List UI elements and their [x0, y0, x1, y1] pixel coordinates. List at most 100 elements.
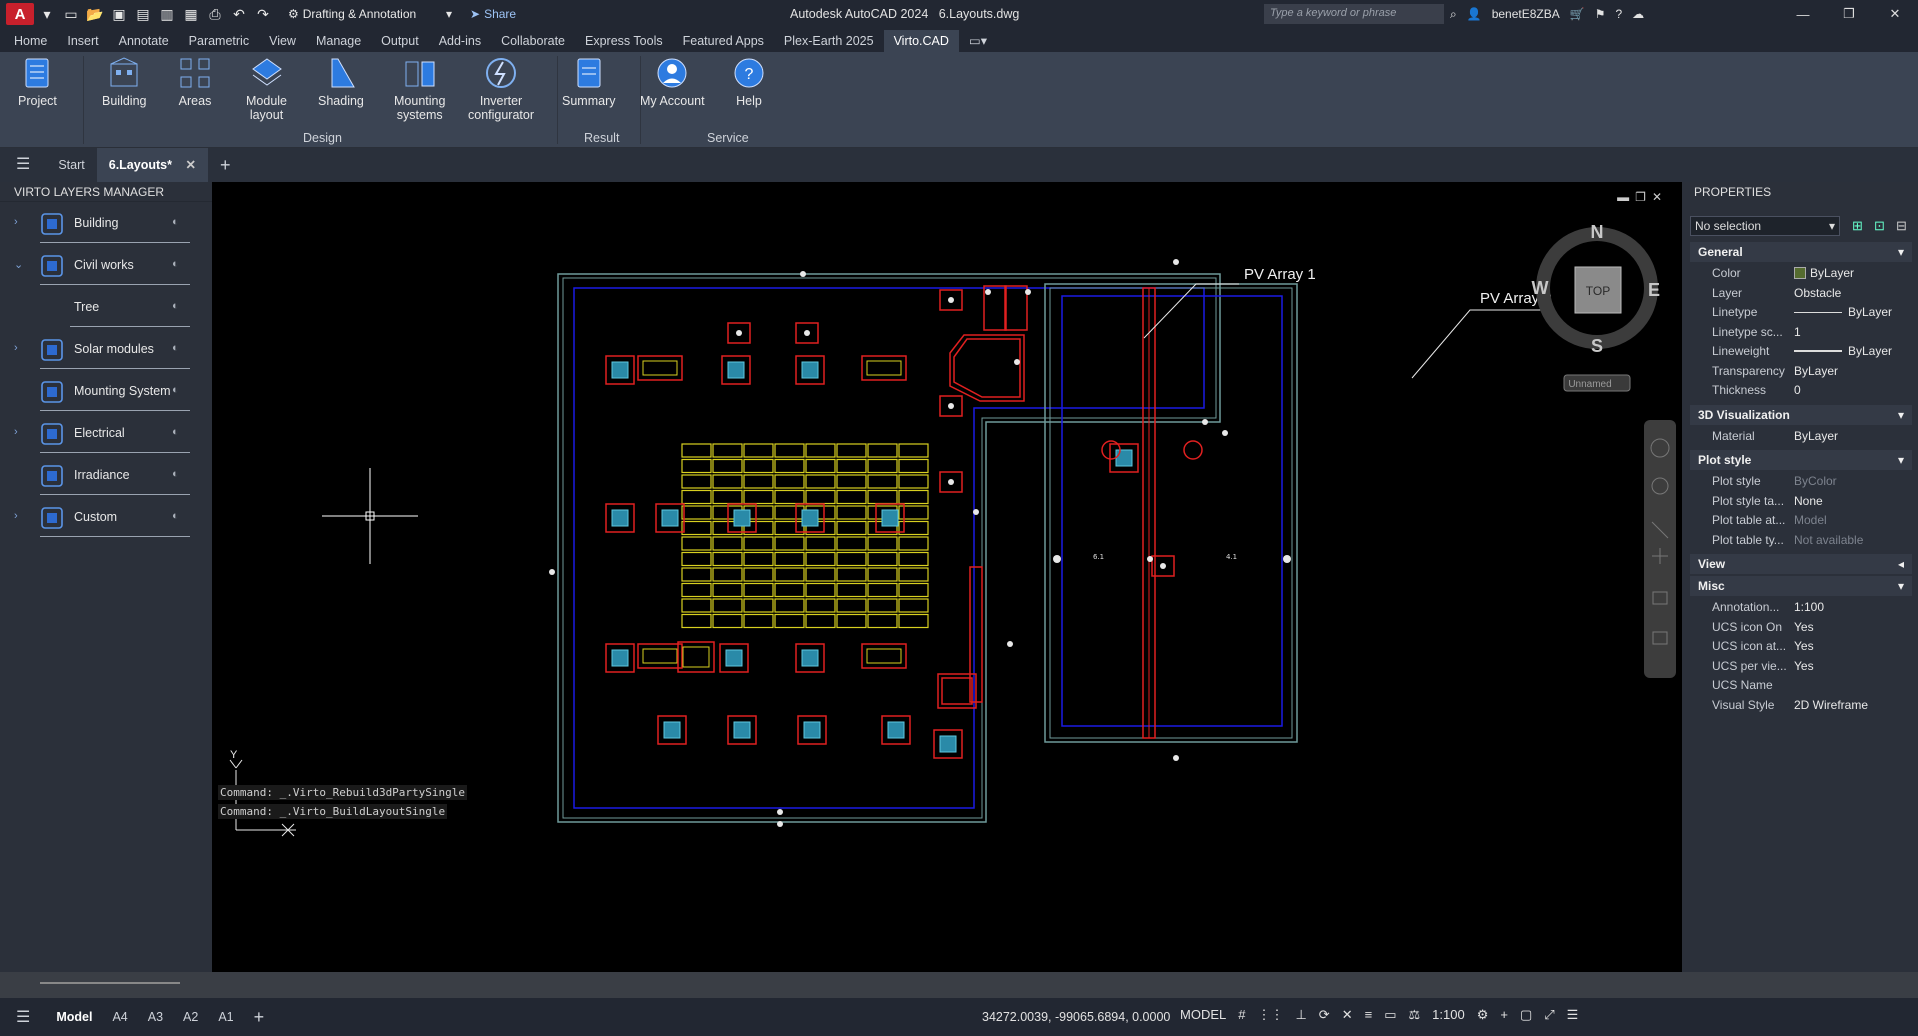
- property-row[interactable]: Visual Style 2D Wireframe: [1712, 696, 1912, 715]
- ribbon-tab[interactable]: Manage: [306, 30, 371, 52]
- autocad-logo-icon[interactable]: A: [6, 3, 34, 25]
- osnap-icon[interactable]: ✕: [1342, 1007, 1353, 1023]
- search-input[interactable]: Type a keyword or phrase: [1264, 4, 1444, 24]
- property-row[interactable]: Plot style ta... None: [1712, 492, 1912, 511]
- visibility-eye-icon[interactable]: ◐: [172, 342, 179, 354]
- ribbon-button-summary[interactable]: Summary: [562, 56, 615, 108]
- ribbon-tab[interactable]: Virto.CAD: [883, 30, 959, 52]
- ribbon-button-mounting[interactable]: Mounting systems: [394, 56, 445, 122]
- layer-item-custom[interactable]: › Custom ◐: [0, 498, 212, 538]
- ribbon-tab[interactable]: Express Tools: [575, 30, 673, 52]
- property-row[interactable]: UCS per vie... Yes: [1712, 657, 1912, 676]
- property-section-viz[interactable]: 3D Visualization ▾: [1690, 404, 1912, 425]
- visibility-eye-icon[interactable]: ◐: [172, 426, 179, 438]
- quick-select-icon[interactable]: ⊟: [1896, 218, 1907, 234]
- tab-start[interactable]: Start: [46, 148, 96, 182]
- command-scroll-handle[interactable]: [40, 978, 180, 984]
- layer-item-civil-works[interactable]: ⌄ Civil works ◐: [0, 246, 212, 286]
- layout-tab-a3[interactable]: A3: [138, 1010, 173, 1024]
- ribbon-button-building[interactable]: Building: [102, 56, 146, 108]
- layer-item-irradiance[interactable]: Irradiance ◐: [0, 456, 212, 496]
- property-row[interactable]: Material ByLayer: [1712, 427, 1912, 446]
- layer-item-solar-modules[interactable]: › Solar modules ◐: [0, 330, 212, 370]
- annotation-scale[interactable]: 1:100: [1432, 1007, 1465, 1023]
- viewcube-top[interactable]: TOP: [1586, 284, 1610, 298]
- new-tab-icon[interactable]: +: [208, 148, 243, 182]
- layer-item-building[interactable]: › Building ◐: [0, 204, 212, 244]
- compass-south[interactable]: S: [1591, 336, 1603, 356]
- property-row[interactable]: Annotation... 1:100: [1712, 598, 1912, 617]
- property-section-plot[interactable]: Plot style ▾: [1690, 450, 1912, 470]
- property-row[interactable]: Color ByLayer: [1712, 264, 1912, 283]
- workspace-dropdown[interactable]: ⚙ Drafting & Annotation ▾: [282, 4, 458, 24]
- snap-icon[interactable]: ⋮⋮: [1257, 1007, 1283, 1023]
- close-icon[interactable]: ✕: [1872, 0, 1918, 28]
- ribbon-tab[interactable]: Annotate: [109, 30, 179, 52]
- property-section-general[interactable]: General ▾: [1690, 242, 1912, 262]
- ribbon-tab[interactable]: Parametric: [179, 30, 259, 52]
- chevron-right-icon[interactable]: ⌄: [14, 258, 23, 271]
- grid-icon[interactable]: #: [1238, 1007, 1245, 1023]
- viewcube[interactable]: TOP N S E W Unnamed: [1532, 222, 1661, 392]
- selection-dropdown[interactable]: No selection ▾: [1690, 216, 1840, 236]
- save-as-icon[interactable]: ▤: [132, 3, 154, 25]
- property-section-view[interactable]: View ◂: [1690, 554, 1912, 574]
- ribbon-button-module[interactable]: Module layout: [246, 56, 287, 122]
- visibility-eye-icon[interactable]: ◐: [172, 258, 179, 270]
- workspace-gear-icon[interactable]: ⚙: [1477, 1007, 1489, 1023]
- property-row[interactable]: Linetype sc... 1: [1712, 323, 1912, 342]
- hamburger-menu-icon[interactable]: ☰: [0, 1007, 46, 1027]
- undo-icon[interactable]: ↶: [228, 3, 250, 25]
- lineweight-icon[interactable]: ≡: [1365, 1007, 1373, 1023]
- ortho-icon[interactable]: ⊥: [1295, 1007, 1306, 1023]
- save-icon[interactable]: ▣: [108, 3, 130, 25]
- property-row[interactable]: Plot table ty... Not available: [1712, 531, 1912, 550]
- layer-item-tree[interactable]: Tree ◐: [0, 288, 212, 328]
- hamburger-menu-icon[interactable]: ☰: [0, 148, 46, 182]
- restore-icon[interactable]: ❐: [1826, 0, 1872, 28]
- property-row[interactable]: Plot style ByColor: [1712, 472, 1912, 491]
- visibility-eye-icon[interactable]: ◐: [172, 384, 179, 396]
- isolate-icon[interactable]: ▢: [1520, 1007, 1532, 1023]
- add-layout-icon[interactable]: +: [244, 1007, 275, 1028]
- chevron-right-icon[interactable]: ›: [14, 216, 18, 228]
- close-tab-icon[interactable]: ✕: [185, 158, 195, 172]
- ribbon-tab[interactable]: Collaborate: [491, 30, 575, 52]
- ribbon-tab[interactable]: Plex-Earth 2025: [774, 30, 884, 52]
- visibility-eye-icon[interactable]: ◐: [172, 468, 179, 480]
- redo-icon[interactable]: ↷: [252, 3, 274, 25]
- selection-cycling-icon[interactable]: ▭: [1384, 1007, 1396, 1023]
- model-space-button[interactable]: MODEL: [1180, 1007, 1226, 1023]
- share-doc-icon[interactable]: ▦: [180, 3, 202, 25]
- menu-dropdown-icon[interactable]: ▾: [36, 3, 58, 25]
- coordinates-readout[interactable]: 34272.0039, -99065.6894, 0.0000: [982, 1010, 1170, 1024]
- ucs-dropdown[interactable]: Unnamed: [1568, 379, 1611, 390]
- ribbon-tab[interactable]: View: [259, 30, 306, 52]
- property-row[interactable]: UCS icon On Yes: [1712, 618, 1912, 637]
- ribbon-tab[interactable]: Home: [4, 30, 57, 52]
- cart-icon[interactable]: 🛒: [1570, 7, 1585, 21]
- ribbon-button-project[interactable]: Project: [18, 56, 57, 108]
- layout-tab-a4[interactable]: A4: [102, 1010, 137, 1024]
- layer-item-mounting-system[interactable]: Mounting System ◐: [0, 372, 212, 412]
- annotation-visibility-icon[interactable]: ⚖: [1409, 1007, 1421, 1023]
- ribbon-button-areas[interactable]: Areas: [178, 56, 212, 108]
- print-icon[interactable]: ⎙: [204, 3, 226, 25]
- ribbon-button-inverter[interactable]: Inverter configurator: [468, 56, 534, 122]
- chevron-right-icon[interactable]: ›: [14, 510, 18, 522]
- open-folder-icon[interactable]: 📂: [84, 3, 106, 25]
- layout-tab-a1[interactable]: A1: [208, 1010, 243, 1024]
- ribbon-button-shading[interactable]: Shading: [318, 56, 364, 108]
- user-icon[interactable]: 👤: [1467, 7, 1482, 21]
- ribbon-tab[interactable]: Insert: [57, 30, 108, 52]
- fullscreen-icon[interactable]: ⤢: [1544, 1007, 1554, 1023]
- web-save-icon[interactable]: ▥: [156, 3, 178, 25]
- visibility-eye-icon[interactable]: ◐: [172, 510, 179, 522]
- property-section-misc[interactable]: Misc ▾: [1690, 576, 1912, 596]
- chevron-right-icon[interactable]: ›: [14, 426, 18, 438]
- property-row[interactable]: Thickness 0: [1712, 381, 1912, 400]
- tab-drawing[interactable]: 6.Layouts* ✕: [96, 148, 208, 182]
- drawing-canvas[interactable]: ▬ ❐ ✕ 6.1 4.1 PV Array 1 PV Array 2 TOP …: [212, 182, 1682, 972]
- share-button[interactable]: ➤ Share: [470, 7, 516, 21]
- compass-east[interactable]: E: [1648, 280, 1660, 300]
